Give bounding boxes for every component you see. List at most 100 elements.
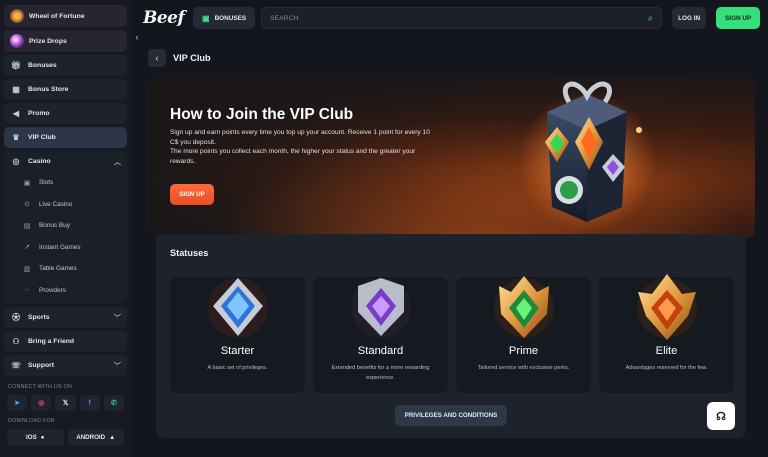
handshake-icon: ⚇ (12, 337, 20, 346)
sidebar-item-vip-club[interactable]: ♛ VIP Club (4, 127, 127, 148)
hero-description: Sign up and earn points every time you t… (170, 128, 440, 166)
logo[interactable]: Beef (143, 8, 187, 28)
sidebar-subitem-instant-games[interactable]: ↗ Instant Games (4, 237, 127, 259)
statuses-title: Statuses (170, 248, 209, 258)
table-games-icon: ▥ (23, 265, 31, 273)
megaphone-icon: ◀ (12, 109, 20, 118)
page-title: VIP Club (173, 53, 211, 63)
hero-title: How to Join the VIP Club (170, 106, 354, 123)
status-description: Advantages reserved for the few. (625, 365, 708, 371)
privileges-and-conditions-button[interactable]: PRIVILEGES AND CONDITIONS (395, 405, 507, 426)
sidebar-item-label: VIP Club (28, 134, 56, 141)
sidebar-subitem-slots[interactable]: ▣ Slots (4, 172, 127, 194)
crown-icon: ♛ (12, 133, 20, 142)
android-download-button[interactable]: ANDROID ▲ (67, 429, 124, 446)
store-icon: ▦ (12, 85, 20, 94)
search-input[interactable] (270, 14, 648, 22)
ios-download-button[interactable]: IOS ● (7, 429, 64, 446)
chevron-down-icon: ﹀ (114, 362, 121, 370)
sidebar-item-bonuses[interactable]: 🎁︎ Bonuses (4, 55, 127, 76)
subitem-label: Providers (39, 286, 66, 294)
bonus-buy-icon: ▤ (23, 222, 31, 230)
live-casino-icon: ⊙ (24, 201, 30, 209)
whatsapp-icon[interactable]: ✆ (103, 395, 125, 411)
app-root: Wheel of Fortune Prize Drops 🎁︎ Bonuses … (0, 0, 768, 457)
statuses-panel: Statuses Starter A basic set of privileg… (156, 234, 746, 438)
instagram-icon[interactable]: ◎ (31, 395, 52, 411)
subitem-label: Bonus Buy (39, 222, 70, 230)
instant-games-icon: ↗ (24, 244, 30, 252)
ball-icon: ⚽︎ (12, 313, 20, 322)
gift-icon: ▣ (202, 13, 210, 23)
vip-hero-banner: How to Join the VIP Club Sign up and ear… (147, 76, 755, 238)
sidebar-item-label: Promo (28, 110, 50, 117)
providers-icon: ⁘ (24, 287, 30, 295)
status-description: Tailored service with exclusive perks. (477, 365, 570, 371)
vip-gift-box-illustration (517, 81, 657, 232)
status-card-prime: Prime Tailored service with exclusive pe… (456, 276, 591, 393)
casino-chip-icon: ◎ (12, 157, 20, 166)
status-cards: Starter A basic set of privileges. Stand… (170, 274, 734, 393)
support-icon: ☏ (10, 361, 21, 370)
status-name: Standard (357, 345, 404, 357)
x-icon[interactable]: 𝕏 (55, 395, 76, 411)
social-links: ➤ ◎ 𝕏 f ✆ (4, 393, 127, 413)
status-card-elite: Elite Advantages reserved for the few. (599, 274, 734, 393)
sidebar-item-wheel-of-fortune[interactable]: Wheel of Fortune (4, 5, 127, 27)
support-chat-button[interactable]: ☊ (707, 402, 735, 430)
sidebar-item-sports[interactable]: ⚽︎ Sports ﹀ (4, 307, 127, 328)
telegram-icon[interactable]: ➤ (7, 395, 28, 411)
starter-badge-icon (208, 278, 268, 338)
slots-icon: ▣ (23, 179, 31, 187)
sidebar-item-label: Bonuses (28, 62, 57, 69)
bonuses-button[interactable]: ▣ BONUSES (193, 7, 256, 29)
sidebar-collapse-button[interactable]: ‹ (131, 30, 143, 44)
sidebar-subitem-providers[interactable]: ⁘ Providers (4, 280, 127, 302)
android-label: ANDROID (76, 434, 106, 441)
sidebar-subitem-live-casino[interactable]: ⊙ Live Casino (4, 194, 127, 216)
bonuses-label: BONUSES (214, 14, 247, 22)
chevron-down-icon: ﹀ (114, 314, 121, 322)
sidebar-item-label: Casino (28, 158, 51, 165)
sidebar-subitem-table-games[interactable]: ▥ Table Games (4, 258, 127, 280)
hero-signup-button[interactable]: SIGN UP (170, 184, 214, 205)
sidebar-item-bonus-store[interactable]: ▦ Bonus Store (4, 79, 127, 100)
subitem-label: Instant Games (39, 243, 81, 251)
status-name: Starter (220, 345, 255, 357)
prime-badge-icon (494, 276, 554, 338)
prize-drops-icon (10, 34, 24, 48)
status-name: Elite (655, 345, 678, 357)
login-button[interactable]: LOG IN (672, 7, 707, 29)
wheel-icon (10, 9, 24, 23)
casino-group: ◎ Casino ︿ ▣ Slots ⊙ Live Casino ▤ Bonus… (4, 151, 127, 303)
sidebar-item-casino[interactable]: ◎ Casino ︿ (4, 151, 127, 172)
signup-button[interactable]: SIGN UP (716, 7, 761, 29)
sidebar: Wheel of Fortune Prize Drops 🎁︎ Bonuses … (0, 0, 131, 457)
sidebar-item-label: Sports (28, 314, 50, 321)
sidebar-item-bring-a-friend[interactable]: ⚇ Bring a Friend (4, 331, 127, 352)
facebook-icon[interactable]: f (79, 395, 100, 411)
search-icon[interactable]: ⌕ (648, 13, 654, 24)
android-icon: ▲ (109, 434, 116, 441)
connect-caption: CONNECT WITH US ON (8, 384, 72, 390)
ios-label: IOS (26, 434, 37, 441)
status-card-standard: Standard Extended benefits for a more re… (313, 277, 448, 393)
back-button[interactable]: ‹ (148, 49, 166, 67)
elite-badge-icon (637, 274, 697, 340)
sidebar-subitem-bonus-buy[interactable]: ▤ Bonus Buy (4, 215, 127, 237)
chevron-up-icon: ︿ (114, 158, 121, 166)
sidebar-item-prize-drops[interactable]: Prize Drops (4, 30, 127, 52)
sidebar-item-label: Bonus Store (28, 86, 69, 93)
sidebar-item-label: Prize Drops (29, 37, 67, 45)
sidebar-item-promo[interactable]: ◀ Promo (4, 103, 127, 124)
sidebar-item-support[interactable]: ☏ Support ﹀ (4, 355, 127, 376)
download-caption: DOWNLOAD FOR (8, 418, 56, 424)
app-downloads: IOS ● ANDROID ▲ (4, 427, 127, 448)
gift-icon: 🎁︎ (10, 61, 22, 70)
subitem-label: Table Games (39, 265, 77, 273)
status-card-starter: Starter A basic set of privileges. (170, 277, 305, 393)
headset-icon: ☊ (716, 410, 726, 423)
status-description: Extended benefits for a more rewarding e… (331, 365, 430, 381)
hero-line-2: The more points you collect each month, … (170, 148, 416, 165)
status-name: Prime (508, 345, 539, 357)
